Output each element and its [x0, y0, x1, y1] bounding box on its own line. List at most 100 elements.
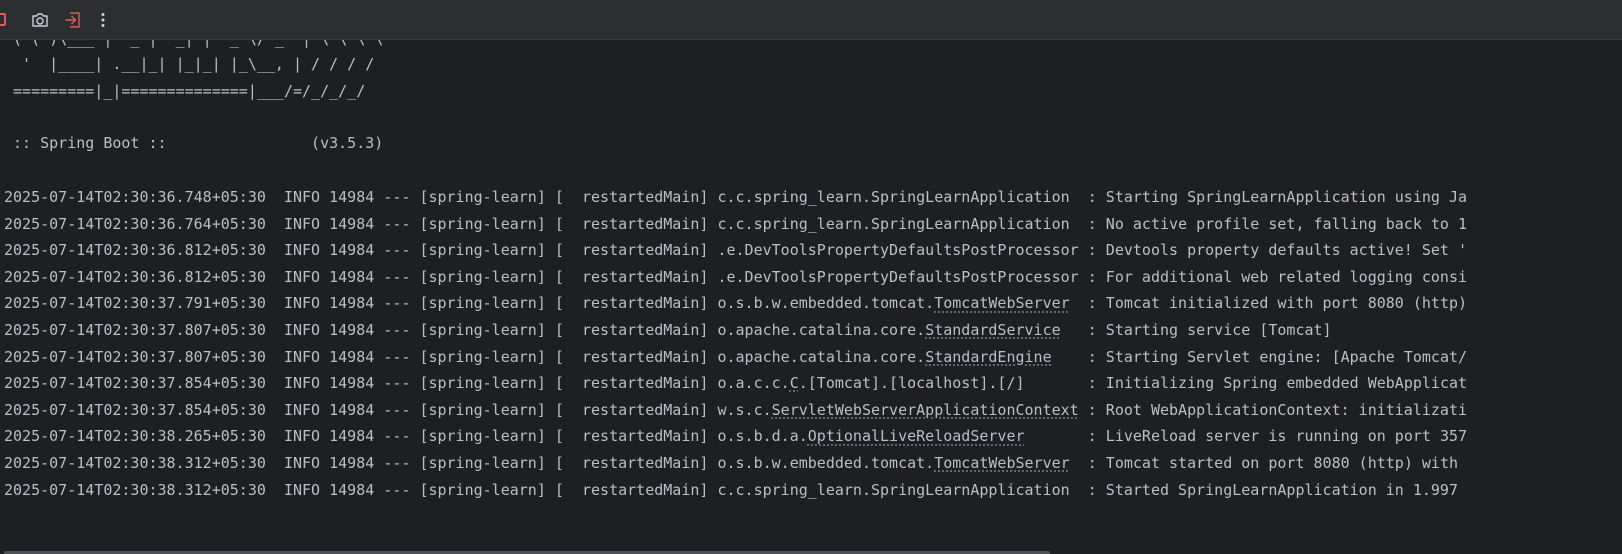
log-pid: 14984	[329, 400, 375, 419]
log-logger: c.c.spring_learn.SpringLearnApplication	[717, 480, 1070, 499]
log-padding	[1079, 401, 1088, 419]
log-level: INFO	[283, 267, 321, 286]
log-timestamp: 2025-07-14T02:30:37.791+05:30	[4, 294, 266, 313]
log-separator	[320, 215, 329, 233]
log-pid: 14984	[329, 321, 375, 339]
log-level: INFO	[283, 480, 321, 499]
log-pid: 14984	[329, 267, 375, 286]
log-thread: [ restartedMain]	[554, 400, 709, 419]
log-message: : Tomcat initialized with port 8080 (htt…	[1087, 294, 1468, 313]
log-app-name: [spring-learn]	[419, 188, 546, 206]
log-app-name: [spring-learn]	[419, 374, 546, 393]
log-message: : Root WebApplicationContext: initializa…	[1087, 400, 1468, 419]
log-logger: o.s.b.w.embedded.tomcat.	[717, 454, 935, 472]
log-thread: [ restartedMain]	[554, 374, 709, 393]
log-separator	[546, 481, 555, 499]
log-separator: ---	[374, 321, 420, 339]
log-line: 2025-07-14T02:30:37.854+05:30 INFO 14984…	[4, 372, 1467, 394]
log-message: : LiveReload server is running on port 3…	[1087, 427, 1468, 446]
console-output[interactable]: ( ( )\___ | '_ | '_| | '_ \/ _` | \ \ \ …	[0, 40, 1622, 540]
log-separator	[546, 188, 555, 206]
log-level: INFO	[283, 188, 321, 206]
log-separator	[546, 241, 555, 259]
log-message: : Starting SpringLearnApplication using …	[1087, 188, 1468, 206]
log-timestamp: 2025-07-14T02:30:38.312+05:30	[4, 454, 266, 472]
log-logger-class-link[interactable]: StandardService	[925, 321, 1060, 339]
log-timestamp: 2025-07-14T02:30:36.764+05:30	[4, 214, 266, 233]
log-pid: 14984	[329, 188, 375, 206]
log-separator	[266, 374, 284, 392]
log-pid: 14984	[329, 480, 375, 499]
log-line: 2025-07-14T02:30:36.764+05:30 INFO 14984…	[4, 213, 1467, 235]
log-separator	[546, 294, 555, 312]
log-logger-class-link[interactable]: StandardEngine	[925, 348, 1051, 366]
log-thread: [ restartedMain]	[554, 241, 709, 260]
more-vertical-icon[interactable]	[92, 9, 114, 31]
log-app-name: [spring-learn]	[419, 400, 546, 419]
log-padding	[1070, 481, 1088, 499]
log-line: 2025-07-14T02:30:38.265+05:30 INFO 14984…	[4, 425, 1467, 447]
log-logger-class-link[interactable]: TomcatWebServer	[934, 454, 1069, 472]
log-app-name: [spring-learn]	[419, 241, 546, 260]
log-app-name: [spring-learn]	[419, 347, 546, 366]
log-separator	[320, 321, 329, 339]
log-padding	[1052, 348, 1088, 366]
log-timestamp: 2025-07-14T02:30:37.807+05:30	[4, 347, 266, 366]
log-pid: 14984	[329, 241, 375, 260]
log-padding	[1061, 321, 1088, 339]
exit-icon[interactable]	[62, 9, 84, 31]
banner-line: ' |____| .__|_| |_|_| |_\__, | / / / /	[4, 55, 375, 73]
log-separator	[266, 348, 284, 366]
log-separator	[320, 427, 329, 445]
stop-icon[interactable]	[0, 13, 6, 26]
log-line: 2025-07-14T02:30:38.312+05:30 INFO 14984…	[4, 452, 1458, 474]
log-logger-class-link[interactable]: TomcatWebServer	[934, 294, 1069, 312]
log-timestamp: 2025-07-14T02:30:37.854+05:30	[4, 374, 266, 393]
log-separator	[266, 215, 284, 233]
log-app-name: [spring-learn]	[419, 427, 546, 446]
log-logger-class-link[interactable]: OptionalLiveReloadServer	[808, 427, 1025, 445]
banner-line-cut: ( ( )\___ | '_ | '_| | '_ \/ _` | \ \ \ …	[4, 40, 383, 50]
log-separator	[320, 268, 329, 286]
log-separator	[266, 427, 284, 445]
log-separator: ---	[374, 214, 420, 233]
log-line: 2025-07-14T02:30:38.312+05:30 INFO 14984…	[4, 479, 1458, 501]
log-separator	[546, 348, 555, 366]
log-timestamp: 2025-07-14T02:30:36.812+05:30	[4, 241, 266, 260]
log-separator	[266, 188, 284, 206]
log-thread: [ restartedMain]	[554, 321, 709, 339]
log-logger: c.c.spring_learn.SpringLearnApplication	[717, 214, 1070, 233]
log-message: : Starting service [Tomcat]	[1087, 321, 1332, 339]
log-separator	[266, 268, 284, 286]
log-line: 2025-07-14T02:30:36.812+05:30 INFO 14984…	[4, 239, 1467, 261]
log-level: INFO	[283, 214, 321, 233]
log-pid: 14984	[329, 347, 375, 366]
log-level: INFO	[283, 374, 321, 393]
log-logger-class-link[interactable]: C	[790, 374, 799, 392]
log-separator	[320, 454, 329, 472]
log-separator	[546, 268, 555, 286]
log-pid: 14984	[329, 214, 375, 233]
log-app-name: [spring-learn]	[419, 214, 546, 233]
log-pid: 14984	[329, 427, 375, 446]
log-logger-suffix: .[Tomcat].[localhost].[/]	[798, 374, 1025, 393]
camera-icon[interactable]	[29, 9, 51, 31]
log-separator: ---	[374, 347, 420, 366]
log-separator	[320, 294, 329, 312]
log-separator: ---	[374, 427, 420, 446]
log-separator	[546, 427, 555, 445]
log-message: : Devtools property defaults active! Set…	[1087, 241, 1468, 260]
log-message: : Starting Servlet engine: [Apache Tomca…	[1087, 347, 1468, 366]
log-logger: o.a.c.c.	[717, 374, 790, 393]
log-thread: [ restartedMain]	[554, 214, 709, 233]
log-separator	[266, 241, 284, 259]
log-logger: o.apache.catalina.core.	[717, 347, 926, 366]
log-separator	[546, 215, 555, 233]
log-pid: 14984	[329, 294, 375, 313]
log-thread: [ restartedMain]	[554, 454, 709, 472]
log-timestamp: 2025-07-14T02:30:37.807+05:30	[4, 321, 266, 339]
log-logger-class-link[interactable]: ServletWebServerApplicationContext	[772, 401, 1079, 419]
log-padding	[1025, 427, 1088, 445]
log-separator	[546, 374, 555, 392]
log-line: 2025-07-14T02:30:36.812+05:30 INFO 14984…	[4, 266, 1467, 288]
